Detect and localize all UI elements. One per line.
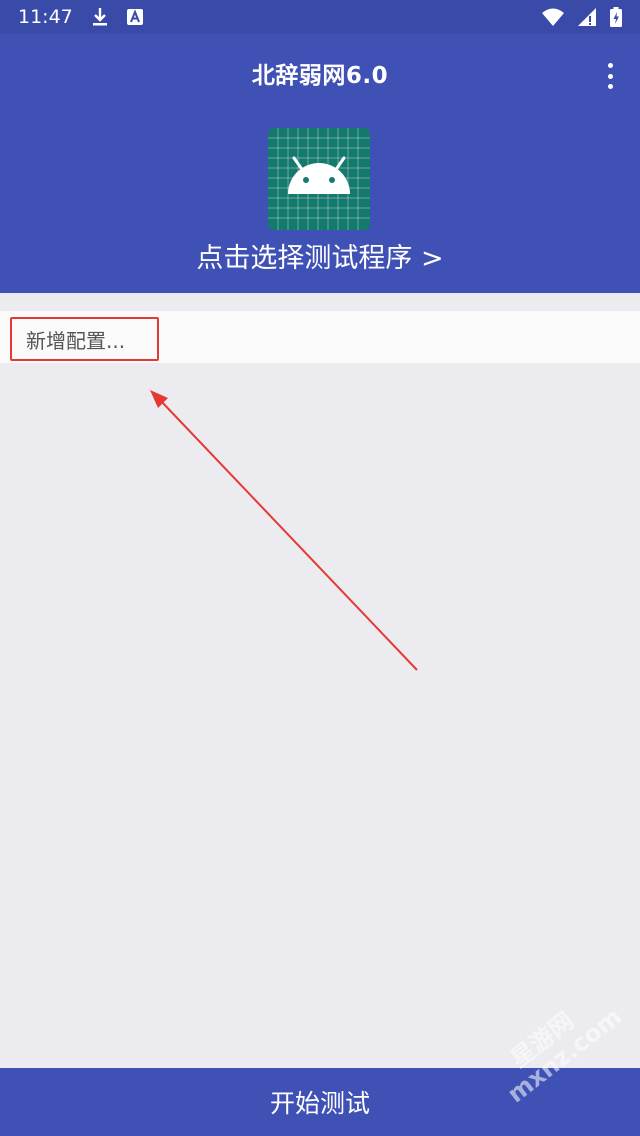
- download-icon: [91, 7, 109, 27]
- status-bar: 11:47: [0, 0, 640, 34]
- list-item[interactable]: 新增配置...: [0, 311, 640, 363]
- app-title: 北辞弱网6.0: [251, 63, 389, 89]
- status-time: 11:47: [18, 6, 73, 28]
- app-bar: 北辞弱网6.0 点击选择测试程序 >: [0, 34, 640, 293]
- cell-signal-icon: [578, 8, 596, 26]
- app-notification-icon: [126, 9, 143, 25]
- select-program-link[interactable]: 点击选择测试程序 >: [0, 236, 640, 275]
- more-vert-icon[interactable]: [598, 60, 622, 92]
- wifi-icon: [542, 8, 564, 26]
- android-icon[interactable]: [268, 128, 370, 230]
- add-config-item[interactable]: 新增配置...: [10, 317, 159, 361]
- battery-icon: [610, 7, 622, 27]
